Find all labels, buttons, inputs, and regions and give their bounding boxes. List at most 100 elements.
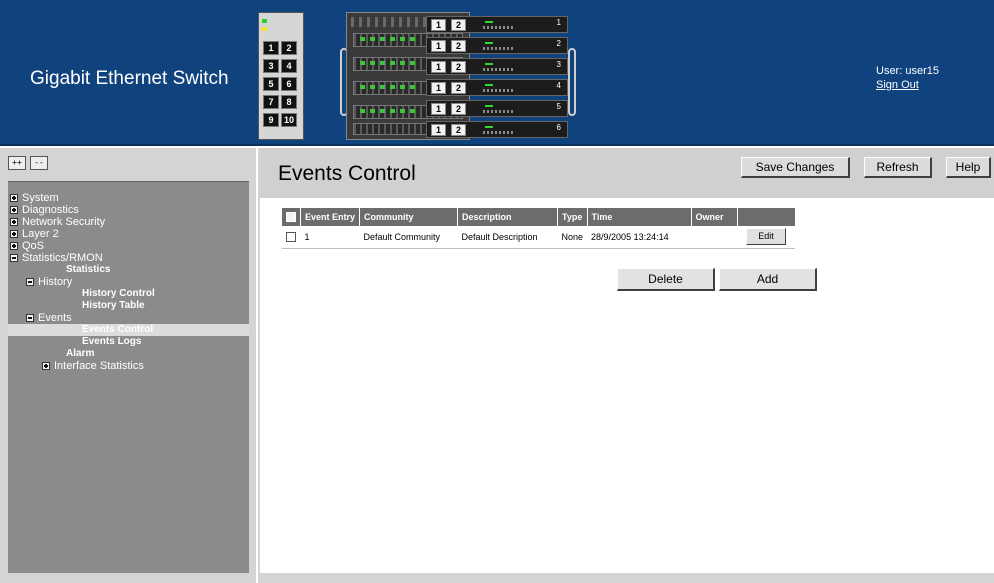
- refresh-button[interactable]: Refresh: [864, 157, 932, 178]
- user-label: User: user15: [876, 65, 939, 77]
- nav-item-history-control[interactable]: History Control: [8, 288, 249, 300]
- nav-item-network-security[interactable]: Network Security: [8, 216, 249, 228]
- blade-handle-icon: [568, 48, 576, 116]
- port-icon: 4: [281, 59, 297, 73]
- port-icon: 10: [281, 113, 297, 127]
- column-header: Time: [587, 208, 692, 226]
- owner-cell: [691, 226, 738, 249]
- delete-button[interactable]: Delete: [617, 268, 715, 291]
- navigation-tree: System Diagnostics Network Security Laye…: [8, 181, 249, 573]
- port-icon: 5: [263, 77, 279, 91]
- port-icon: 3: [263, 59, 279, 73]
- column-header: Community: [359, 208, 459, 226]
- port-icon: 1: [431, 40, 446, 52]
- blade-module: 1 2 3: [426, 58, 568, 75]
- table-header-row: Event Entry Community Description Type T…: [282, 208, 796, 226]
- port-icon: 1: [431, 61, 446, 73]
- nav-label: Interface Statistics: [54, 360, 144, 372]
- help-button[interactable]: Help: [946, 157, 991, 178]
- port-icon: 2: [281, 41, 297, 55]
- actions-header: [737, 208, 796, 226]
- port-icon: 1: [431, 19, 446, 31]
- nav-label: System: [22, 192, 59, 204]
- blade-index: 3: [556, 60, 561, 69]
- app-window: Gigabit Ethernet Switch 1 2 3 4 5 6 7 8 …: [0, 0, 994, 583]
- actions-cell: Edit: [737, 226, 796, 249]
- table-row: 1 Default Community Default Description …: [282, 226, 796, 249]
- event-entry-cell: 1: [300, 226, 360, 249]
- sidebar: ++ -- System Diagnostics Network Securit…: [0, 148, 256, 583]
- blade-module: 1 2 6: [426, 121, 568, 138]
- edit-button[interactable]: Edit: [746, 228, 787, 246]
- nav-label: Alarm: [66, 348, 95, 359]
- port-icon: 2: [451, 61, 466, 73]
- nav-label: History: [38, 276, 73, 288]
- user-info: User: user15 Sign Out: [876, 64, 939, 92]
- column-header: Type: [557, 208, 588, 226]
- nav-item-interface-statistics[interactable]: Interface Statistics: [8, 360, 249, 372]
- sign-out-link[interactable]: Sign Out: [876, 78, 939, 92]
- blade-module: 1 2 2: [426, 37, 568, 54]
- type-cell: None: [557, 226, 588, 249]
- expand-plus-icon[interactable]: [10, 218, 18, 226]
- select-all-checkbox[interactable]: [286, 212, 296, 223]
- expand-plus-icon[interactable]: [10, 230, 18, 238]
- nav-item-events-control[interactable]: Events Control: [8, 324, 249, 336]
- collapse-minus-icon[interactable]: [26, 314, 34, 322]
- expand-plus-icon[interactable]: [42, 362, 50, 370]
- row-checkbox[interactable]: [286, 232, 296, 243]
- blade-module: 1 2 4: [426, 79, 568, 96]
- nav-item-statistics[interactable]: Statistics: [8, 264, 249, 276]
- switch-front-panel: 1 2 3 4 5 6 7 8 9 10: [258, 12, 304, 140]
- blade-index: 6: [556, 123, 561, 132]
- port-icon: 6: [281, 77, 297, 91]
- expand-plus-icon[interactable]: [10, 242, 18, 250]
- status-led-icon: [262, 27, 267, 31]
- blade-index: 2: [556, 39, 561, 48]
- nav-label: Statistics/RMON: [22, 252, 103, 264]
- nav-item-layer-2[interactable]: Layer 2: [8, 228, 249, 240]
- time-cell: 28/9/2005 13:24:14: [587, 226, 692, 249]
- collapse-minus-icon[interactable]: [10, 254, 18, 262]
- nav-label: Events: [38, 312, 72, 324]
- port-icon: 1: [431, 124, 446, 136]
- header-banner: Gigabit Ethernet Switch 1 2 3 4 5 6 7 8 …: [0, 0, 994, 146]
- add-button[interactable]: Add: [719, 268, 817, 291]
- row-select-cell: [282, 226, 301, 249]
- nav-label: Events Logs: [82, 336, 142, 347]
- nav-item-diagnostics[interactable]: Diagnostics: [8, 204, 249, 216]
- nav-label: Statistics: [66, 264, 111, 275]
- nav-item-events-logs[interactable]: Events Logs: [8, 336, 249, 348]
- nav-item-history[interactable]: History: [8, 276, 249, 288]
- port-icon: 1: [263, 41, 279, 55]
- blade-index: 1: [556, 18, 561, 27]
- events-table: Event Entry Community Description Type T…: [282, 208, 796, 249]
- blade-module: 1 2 5: [426, 100, 568, 117]
- port-icon: 2: [451, 19, 466, 31]
- nav-item-statistics-rmon[interactable]: Statistics/RMON: [8, 252, 249, 264]
- nav-item-events[interactable]: Events: [8, 312, 249, 324]
- save-changes-button[interactable]: Save Changes: [741, 157, 850, 178]
- nav-item-history-table[interactable]: History Table: [8, 300, 249, 312]
- nav-label: History Table: [82, 300, 145, 311]
- blade-module: 1 2 1: [426, 16, 568, 33]
- community-cell: Default Community: [359, 226, 458, 249]
- app-title: Gigabit Ethernet Switch: [30, 68, 229, 89]
- column-header: Description: [457, 208, 559, 226]
- collapse-minus-icon[interactable]: [26, 278, 34, 286]
- port-icon: 1: [431, 82, 446, 94]
- nav-item-alarm[interactable]: Alarm: [8, 348, 249, 360]
- nav-item-system[interactable]: System: [8, 192, 249, 204]
- nav-item-qos[interactable]: QoS: [8, 240, 249, 252]
- nav-label: QoS: [22, 240, 45, 252]
- select-all-header: [282, 208, 301, 226]
- expand-plus-icon[interactable]: [10, 206, 18, 214]
- nav-label: Diagnostics: [22, 204, 79, 216]
- expand-plus-icon[interactable]: [10, 194, 18, 202]
- blade-index: 4: [556, 81, 561, 90]
- column-header: Event Entry: [300, 208, 361, 226]
- expand-all-button[interactable]: ++: [8, 156, 26, 170]
- collapse-all-button[interactable]: --: [30, 156, 48, 170]
- nav-label: History Control: [82, 288, 155, 299]
- port-icon: 1: [431, 103, 446, 115]
